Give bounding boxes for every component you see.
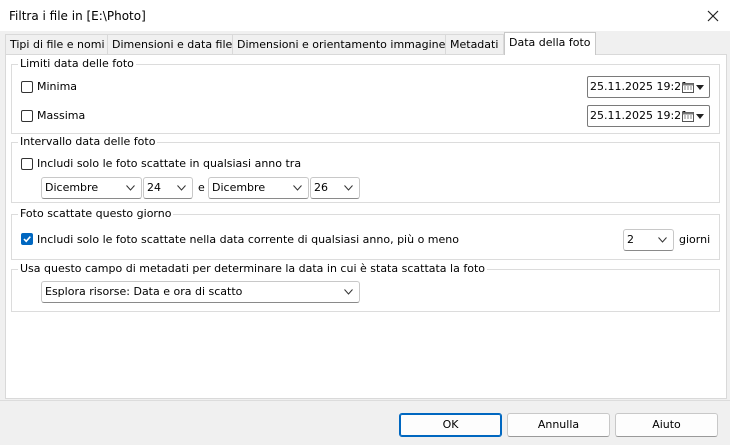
to-day-select[interactable]: 26 (310, 177, 360, 199)
interval-and-label: e (198, 181, 205, 194)
group-date-limits-legend: Limiti data delle foto (18, 57, 136, 70)
tab-photo-date[interactable]: Data della foto (504, 32, 596, 55)
ok-button[interactable]: OK (399, 413, 502, 437)
interval-checkbox[interactable] (21, 158, 33, 170)
close-button[interactable] (699, 3, 727, 29)
chevron-down-icon (344, 289, 353, 295)
chevron-down-icon (696, 114, 704, 119)
metadata-field-select[interactable]: Esplora risorse: Data e ora di scatto (41, 281, 360, 303)
chevron-down-icon (177, 185, 186, 191)
to-month-select[interactable]: Dicembre (208, 177, 309, 199)
days-select[interactable]: 2 (623, 229, 674, 251)
calendar-icon (682, 112, 694, 122)
tab-metadata[interactable]: Metadati (445, 34, 504, 54)
window-title: Filtra i file in [E:\Photo] (9, 9, 146, 23)
chevron-down-icon (696, 85, 704, 90)
max-label: Massima (37, 109, 86, 122)
min-datetime-picker[interactable]: 25.11.2025 19:21 (587, 76, 710, 98)
min-checkbox[interactable] (21, 81, 33, 93)
interval-label: Includi solo le foto scattate in qualsia… (37, 157, 302, 170)
tab-image-size-orientation[interactable]: Dimensioni e orientamento immagine (232, 34, 446, 54)
checkmark-icon (23, 236, 31, 243)
max-datetime-picker[interactable]: 25.11.2025 19:21 (587, 105, 710, 127)
group-date-interval-legend: Intervallo data delle foto (18, 135, 158, 148)
chevron-down-icon (126, 185, 135, 191)
close-icon (707, 10, 719, 22)
tab-file-size-date[interactable]: Dimensioni e data file (107, 34, 233, 54)
max-checkbox[interactable] (21, 110, 33, 122)
today-checkbox[interactable] (21, 233, 33, 245)
today-label: Includi solo le foto scattate nella data… (37, 233, 459, 246)
chevron-down-icon (293, 185, 302, 191)
from-day-select[interactable]: 24 (143, 177, 193, 199)
min-label: Minima (37, 80, 78, 93)
from-month-select[interactable]: Dicembre (41, 177, 142, 199)
chevron-down-icon (344, 185, 353, 191)
group-today-legend: Foto scattate questo giorno (18, 207, 174, 220)
tab-file-types[interactable]: Tipi di file e nomi (5, 34, 108, 54)
calendar-icon (682, 83, 694, 93)
help-button[interactable]: Aiuto (615, 413, 718, 437)
group-metadata-field-legend: Usa questo campo di metadati per determi… (18, 262, 487, 275)
min-datetime-value: 25.11.2025 19:21 (590, 80, 689, 93)
chevron-down-icon (658, 237, 667, 243)
title-bar: Filtra i file in [E:\Photo] (0, 0, 730, 31)
days-unit-label: giorni (679, 233, 711, 246)
cancel-button[interactable]: Annulla (507, 413, 610, 437)
max-datetime-value: 25.11.2025 19:21 (590, 109, 689, 122)
